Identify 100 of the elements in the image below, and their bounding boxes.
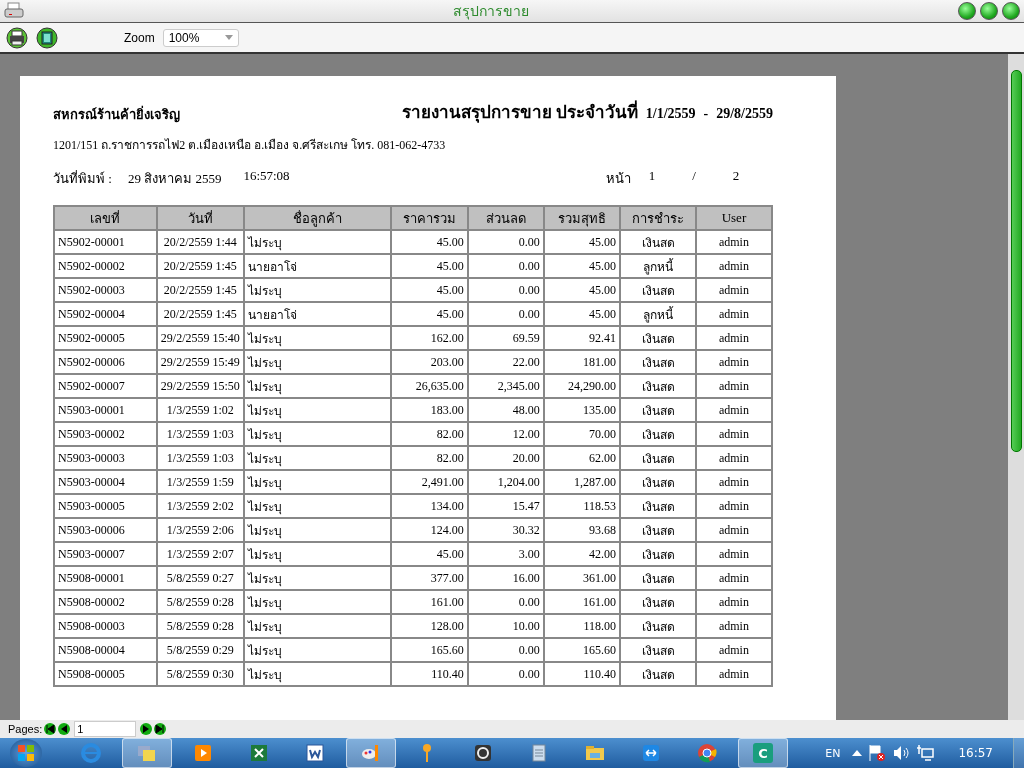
total-cell: 82.00 bbox=[390, 446, 468, 470]
page-total: 2 bbox=[731, 168, 741, 185]
net-total-cell: 361.00 bbox=[543, 566, 621, 590]
total-cell: 26,635.00 bbox=[390, 374, 468, 398]
column-header: ส่วนลด bbox=[467, 206, 544, 230]
total-cell: 165.60 bbox=[390, 638, 468, 662]
column-header: การชำระ bbox=[620, 206, 696, 230]
discount-cell: 20.00 bbox=[467, 446, 544, 470]
total-cell: 110.40 bbox=[390, 662, 468, 686]
net-total-cell: 70.00 bbox=[543, 422, 621, 446]
scrollbar-thumb[interactable] bbox=[1010, 70, 1022, 452]
payment-cell: เงินสด bbox=[620, 518, 696, 542]
calculator-icon[interactable] bbox=[36, 26, 58, 49]
date-separator: - bbox=[703, 106, 709, 122]
net-total-cell: 161.00 bbox=[543, 590, 621, 614]
user-cell: admin bbox=[695, 638, 772, 662]
user-cell: admin bbox=[695, 662, 772, 686]
invoice-number-cell: N5908-00004 bbox=[54, 638, 157, 662]
camera-icon bbox=[472, 742, 494, 764]
customer-cell: ไม่ระบุ bbox=[243, 494, 391, 518]
invoice-number-cell: N5902-00004 bbox=[54, 302, 157, 326]
start-button[interactable] bbox=[10, 739, 42, 767]
play-icon bbox=[192, 742, 214, 764]
network-icon[interactable] bbox=[916, 744, 935, 762]
next-page-icon[interactable] bbox=[140, 723, 153, 735]
previous-page-icon[interactable] bbox=[58, 723, 71, 735]
net-total-cell: 135.00 bbox=[543, 398, 621, 422]
user-cell: admin bbox=[695, 470, 772, 494]
speaker-icon[interactable] bbox=[892, 744, 911, 762]
customer-cell: ไม่ระบุ bbox=[243, 638, 391, 662]
minimize-button[interactable] bbox=[958, 2, 976, 20]
customer-cell: ไม่ระบุ bbox=[243, 230, 391, 254]
column-header: วันที่ bbox=[156, 206, 244, 230]
page-input[interactable]: 1 bbox=[74, 721, 137, 737]
discount-cell: 0.00 bbox=[467, 230, 544, 254]
user-cell: admin bbox=[695, 374, 772, 398]
net-total-cell: 45.00 bbox=[543, 254, 621, 278]
customer-cell: นายอาโจ่ bbox=[243, 254, 391, 278]
taskbar-button[interactable]: C bbox=[738, 738, 788, 768]
customer-cell: ไม่ระบุ bbox=[243, 614, 391, 638]
date-cell: 1/3/2559 1:03 bbox=[156, 446, 244, 470]
net-total-cell: 92.41 bbox=[543, 326, 621, 350]
windows-logo-icon bbox=[17, 744, 35, 762]
page-label: หน้า bbox=[606, 170, 631, 188]
total-cell: 128.00 bbox=[390, 614, 468, 638]
total-cell: 45.00 bbox=[390, 278, 468, 302]
customer-cell: นายอาโจ่ bbox=[243, 302, 391, 326]
clock[interactable]: 16:57 bbox=[958, 746, 993, 760]
page-number: 1 bbox=[647, 168, 657, 185]
net-total-cell: 93.68 bbox=[543, 518, 621, 542]
print-time: 16:57:08 bbox=[243, 168, 290, 185]
payment-cell: เงินสด bbox=[620, 422, 696, 446]
payment-cell: เงินสด bbox=[620, 566, 696, 590]
total-cell: 45.00 bbox=[390, 254, 468, 278]
printer-icon[interactable] bbox=[6, 26, 28, 49]
invoice-number-cell: N5902-00001 bbox=[54, 230, 157, 254]
date-cell: 20/2/2559 1:45 bbox=[156, 278, 244, 302]
address-text: 1201/151 ถ.ราชการรถไฟ2 ต.เมืองเหนือ อ.เมือง จ.ศรีสะเกษ โทร. 081-062-4733 bbox=[53, 137, 447, 154]
payment-cell: เงินสด bbox=[620, 614, 696, 638]
total-cell: 183.00 bbox=[390, 398, 468, 422]
column-header: ชื่อลูกค้า bbox=[243, 206, 391, 230]
net-total-cell: 45.00 bbox=[543, 230, 621, 254]
date-cell: 5/8/2559 0:27 bbox=[156, 566, 244, 590]
payment-cell: เงินสด bbox=[620, 350, 696, 374]
user-cell: admin bbox=[695, 518, 772, 542]
vertical-scrollbar[interactable] bbox=[1008, 54, 1024, 720]
language-indicator[interactable]: EN bbox=[825, 746, 841, 760]
discount-cell: 69.59 bbox=[467, 326, 544, 350]
user-cell: admin bbox=[695, 446, 772, 470]
discount-cell: 48.00 bbox=[467, 398, 544, 422]
invoice-number-cell: N5908-00001 bbox=[54, 566, 157, 590]
payment-cell: เงินสด bbox=[620, 230, 696, 254]
invoice-number-cell: N5902-00007 bbox=[54, 374, 157, 398]
net-total-cell: 118.53 bbox=[543, 494, 621, 518]
total-cell: 45.00 bbox=[390, 542, 468, 566]
total-cell: 377.00 bbox=[390, 566, 468, 590]
payment-cell: เงินสด bbox=[620, 638, 696, 662]
customer-cell: ไม่ระบุ bbox=[243, 662, 391, 686]
date-cell: 5/8/2559 0:28 bbox=[156, 590, 244, 614]
last-page-icon[interactable] bbox=[154, 723, 167, 735]
document-w-icon bbox=[304, 742, 326, 764]
total-cell: 203.00 bbox=[390, 350, 468, 374]
close-button[interactable] bbox=[1002, 2, 1020, 20]
flag-error-icon[interactable] bbox=[868, 744, 887, 762]
zoom-dropdown[interactable]: 100% bbox=[162, 28, 239, 47]
discount-cell: 2,345.00 bbox=[467, 374, 544, 398]
user-cell: admin bbox=[695, 542, 772, 566]
payment-cell: ลูกหนี้ bbox=[620, 254, 696, 278]
invoice-number-cell: N5902-00002 bbox=[54, 254, 157, 278]
payment-cell: เงินสด bbox=[620, 542, 696, 566]
show-hidden-icons-icon[interactable] bbox=[852, 750, 863, 756]
invoice-number-cell: N5903-00005 bbox=[54, 494, 157, 518]
maximize-button[interactable] bbox=[980, 2, 998, 20]
discount-cell: 0.00 bbox=[467, 278, 544, 302]
user-cell: admin bbox=[695, 326, 772, 350]
first-page-icon[interactable] bbox=[44, 723, 57, 735]
invoice-number-cell: N5903-00004 bbox=[54, 470, 157, 494]
customer-cell: ไม่ระบุ bbox=[243, 542, 391, 566]
spreadsheet-icon bbox=[248, 742, 270, 764]
payment-cell: เงินสด bbox=[620, 326, 696, 350]
